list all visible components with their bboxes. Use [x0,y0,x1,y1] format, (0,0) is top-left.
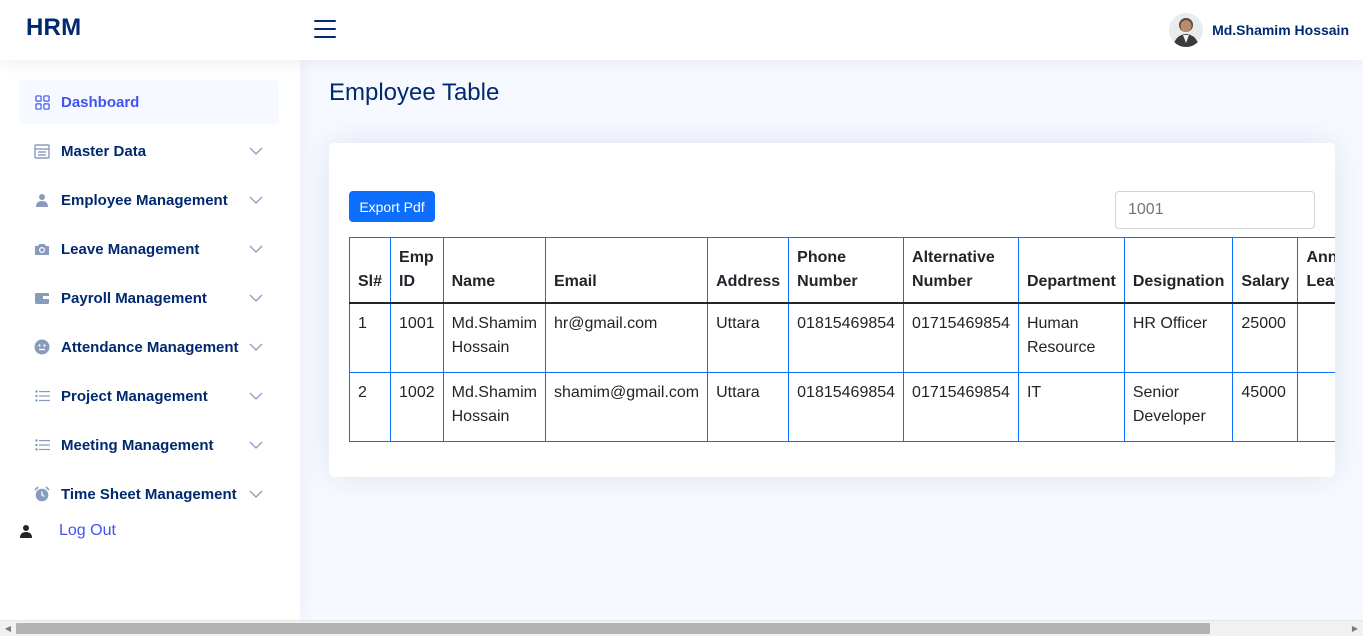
chevron-down-icon [249,294,263,302]
table-row: 1 1001 Md.Shamim Hossain hr@gmail.com Ut… [348,302,1335,373]
table-cell [1297,371,1335,442]
page-title: Employee Table [329,79,500,106]
top-header: HRM Md.Shamim Hossain [0,0,1363,60]
sidebar-item-label: Attendance Management [61,338,239,356]
sidebar: Dashboard Master Data Employee Managemen… [0,60,300,620]
table-cell: shamim@gmail.com [544,371,709,442]
table-cell [1297,302,1335,373]
column-header: Address [707,237,790,304]
table-header-row: Sl# Emp ID Name Email Address Phone Numb… [348,237,1335,304]
column-header: Name [442,237,546,304]
chevron-down-icon [249,490,263,498]
user-name: Md.Shamim Hossain [1212,22,1349,38]
table-cell: Uttara [707,371,790,442]
table-cell: Md.Shamim Hossain [442,371,546,442]
sidebar-item-leave-management[interactable]: Leave Management [19,227,279,271]
table-cell: 1002 [390,371,444,442]
table-cell: 25000 [1232,302,1299,373]
camera-icon [34,241,50,257]
grid-icon [34,94,50,110]
hamburger-menu-icon[interactable] [314,20,336,38]
table-cell: 1001 [390,302,444,373]
scroll-left-icon[interactable]: ◀ [3,624,13,634]
sidebar-item-label: Employee Management [61,191,228,209]
export-pdf-button[interactable]: Export Pdf [349,191,435,222]
user-profile[interactable]: Md.Shamim Hossain [1169,13,1349,47]
table-cell: hr@gmail.com [544,302,709,373]
sidebar-item-label: Master Data [61,142,147,160]
list-icon [34,388,50,404]
avatar [1169,13,1204,47]
logout-label: Log Out [59,522,116,539]
horizontal-scrollbar[interactable]: ◀ ▶ [0,620,1363,636]
table-cell: Uttara [707,302,790,373]
column-header: Emp ID [390,237,444,304]
app-logo[interactable]: HRM [26,14,81,42]
table-cell: HR Officer [1123,302,1234,373]
sidebar-item-label: Project Management [61,387,208,405]
wallet-icon [34,290,50,306]
table-cell: IT [1017,371,1125,442]
chevron-down-icon [249,343,263,351]
chevron-down-icon [249,392,263,400]
column-header: Email [544,237,709,304]
menu-list-icon [34,143,50,159]
column-header: Designation [1123,237,1234,304]
table-cell: 01715469854 [903,371,1019,442]
sidebar-item-project-management[interactable]: Project Management [19,374,279,418]
employee-table: Sl# Emp ID Name Email Address Phone Numb… [348,237,1335,442]
table-cell: 45000 [1232,371,1299,442]
sidebar-item-dashboard[interactable]: Dashboard [19,80,279,124]
table-cell: 01815469854 [788,371,905,442]
list-icon [34,437,50,453]
chevron-down-icon [249,245,263,253]
sidebar-item-label: Payroll Management [61,289,207,307]
search-input[interactable] [1115,191,1315,229]
scrollbar-thumb[interactable] [16,623,1210,634]
emoji-icon [34,339,50,355]
person-icon [19,523,35,539]
column-header: Sl# [348,237,392,304]
table-cell: Human Resource [1017,302,1125,373]
sidebar-item-payroll-management[interactable]: Payroll Management [19,276,279,320]
employee-table-card: Export Pdf Sl# Emp ID Name Email Address… [329,143,1335,477]
sidebar-item-meeting-management[interactable]: Meeting Management [19,423,279,467]
alarm-icon [34,486,50,502]
table-row: 2 1002 Md.Shamim Hossain shamim@gmail.co… [348,371,1335,442]
table-cell: 1 [348,302,392,373]
column-header: Department [1017,237,1125,304]
logout-link[interactable]: Log Out [19,522,116,540]
sidebar-item-label: Leave Management [61,240,200,258]
column-header: Phone Number [788,237,905,304]
column-header: Salary [1232,237,1299,304]
column-header: Alternative Number [903,237,1019,304]
table-cell: 01815469854 [788,302,905,373]
table-cell: 01715469854 [903,302,1019,373]
chevron-down-icon [249,196,263,204]
scroll-right-icon[interactable]: ▶ [1350,624,1360,634]
sidebar-item-label: Time Sheet Management [61,485,237,503]
sidebar-item-time-sheet-management[interactable]: Time Sheet Management [19,472,279,516]
sidebar-item-label: Dashboard [61,93,140,111]
table-cell: Senior Developer [1123,371,1234,442]
sidebar-item-master-data[interactable]: Master Data [19,129,279,173]
sidebar-item-attendance-management[interactable]: Attendance Management [19,325,279,369]
column-header: Annual Leave [1297,237,1335,304]
person-icon [34,192,50,208]
chevron-down-icon [249,441,263,449]
sidebar-item-employee-management[interactable]: Employee Management [19,178,279,222]
chevron-down-icon [249,147,263,155]
table-cell: Md.Shamim Hossain [442,302,546,373]
table-cell: 2 [348,371,392,442]
sidebar-item-label: Meeting Management [61,436,214,454]
